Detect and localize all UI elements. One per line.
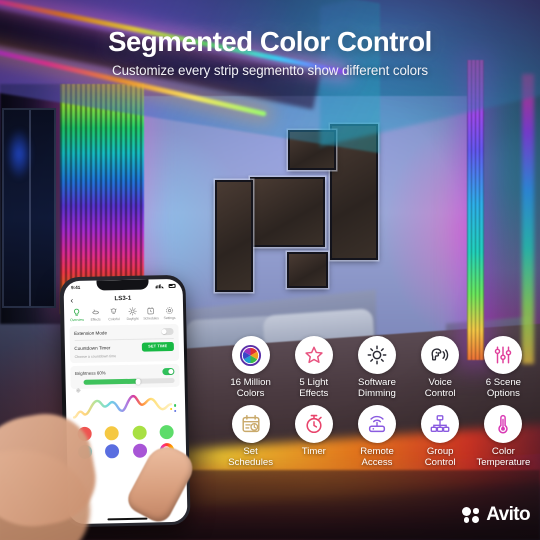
avito-logo-icon bbox=[462, 507, 482, 523]
home-indicator bbox=[107, 517, 148, 520]
avito-logo-text: Avito bbox=[486, 504, 530, 525]
feature-label: 5 Light Effects bbox=[299, 377, 329, 400]
signal-icon bbox=[155, 283, 161, 289]
color-palette bbox=[73, 425, 179, 459]
effects-icon bbox=[91, 308, 100, 317]
brightness-sun-icon bbox=[357, 336, 396, 374]
sliders-icon bbox=[484, 336, 523, 374]
feature-label: Voice Control bbox=[424, 377, 456, 400]
tab-effects[interactable]: Effects bbox=[86, 307, 105, 322]
color-swatch-red[interactable] bbox=[77, 426, 92, 442]
color-swatch-lime[interactable] bbox=[132, 425, 147, 441]
feature-label: 16 Million Colors bbox=[230, 377, 271, 400]
brightness-power-toggle[interactable] bbox=[161, 368, 174, 375]
feature-label: Color Temperature bbox=[476, 445, 531, 469]
extension-mode-row[interactable]: Extension Mode bbox=[74, 328, 174, 337]
waveform-color-dots bbox=[169, 404, 179, 414]
tab-colorful[interactable]: Colorful bbox=[105, 307, 124, 322]
feature-label: Set Schedules bbox=[228, 445, 273, 469]
daylight-sun-icon bbox=[128, 307, 137, 316]
brightness-label: Brightness 60% bbox=[74, 370, 106, 376]
color-swatch-green[interactable] bbox=[159, 425, 174, 440]
tab-label: Schedules bbox=[143, 316, 159, 321]
color-swatch-purple[interactable] bbox=[132, 443, 147, 458]
feature-set-schedules[interactable]: Set Schedules bbox=[219, 404, 282, 469]
calendar-clock-icon bbox=[231, 404, 270, 443]
bulb-icon bbox=[72, 308, 81, 317]
rgb-wall-strip-far-right bbox=[522, 74, 534, 364]
tab-label: Settings bbox=[163, 316, 176, 321]
feature-software-dimming[interactable]: Software Dimming bbox=[345, 336, 408, 400]
status-time: 9:41 bbox=[71, 285, 81, 291]
group-network-icon bbox=[421, 404, 460, 443]
picture-frame bbox=[250, 177, 325, 247]
window-glow bbox=[6, 128, 32, 180]
header: Segmented Color Control Customize every … bbox=[0, 26, 540, 78]
feature-16-million-colors[interactable]: 16 Million Colors bbox=[219, 336, 282, 400]
tab-overview[interactable]: Overview bbox=[68, 308, 87, 323]
countdown-hint: Choose a countdown time bbox=[74, 353, 117, 359]
tab-label: Overview bbox=[70, 318, 84, 323]
tab-settings[interactable]: Settings bbox=[160, 306, 179, 321]
wifi-icon bbox=[161, 284, 167, 288]
countdown-timer-row[interactable]: Countdown Timer SET TIME bbox=[74, 342, 174, 352]
extension-mode-label: Extension Mode bbox=[74, 330, 108, 337]
device-name-title: LS3-1 bbox=[114, 295, 132, 303]
countdown-timer-label: Countdown Timer bbox=[74, 345, 111, 352]
feature-label: 6 Scene Options bbox=[485, 377, 521, 400]
stopwatch-icon bbox=[294, 404, 333, 443]
color-wheel-icon bbox=[231, 336, 270, 374]
tab-label: Effects bbox=[90, 317, 101, 322]
thermometer-icon bbox=[484, 404, 523, 443]
tab-schedules[interactable]: Schedules bbox=[142, 306, 161, 321]
wifi-router-icon bbox=[357, 404, 396, 443]
set-time-button[interactable]: SET TIME bbox=[142, 342, 174, 352]
app-tab-bar: Overview Effects Colorful Daylight Sched… bbox=[63, 303, 182, 323]
voice-face-icon bbox=[421, 336, 460, 374]
extension-mode-toggle[interactable] bbox=[160, 328, 174, 336]
feature-grid: 16 Million Colors 5 Light Effects Softwa… bbox=[219, 336, 535, 469]
color-waveform-chart[interactable] bbox=[70, 391, 180, 423]
color-swatch-blue[interactable] bbox=[105, 443, 120, 459]
picture-frame bbox=[287, 252, 328, 288]
tab-label: Daylight bbox=[126, 316, 139, 322]
feature-label: Timer bbox=[301, 445, 326, 457]
settings-gear-icon bbox=[165, 306, 174, 315]
feature-5-light-effects[interactable]: 5 Light Effects bbox=[282, 336, 345, 400]
app-navbar: ‹ LS3-1 bbox=[63, 290, 182, 305]
promo-banner: Segmented Color Control Customize every … bbox=[0, 0, 540, 540]
brightness-card: Brightness 60% bbox=[69, 364, 180, 393]
color-swatch-cyan[interactable] bbox=[78, 444, 93, 459]
tab-label: Colorful bbox=[108, 317, 120, 322]
brightness-slider[interactable] bbox=[83, 378, 175, 386]
schedules-timer-icon bbox=[146, 306, 155, 315]
colorful-icon bbox=[109, 307, 118, 316]
color-swatch-yellow[interactable] bbox=[104, 426, 120, 441]
smartphone-mockup: 9:41 ‹ LS3-1 Overview Effects Colorful D… bbox=[59, 274, 191, 528]
feature-timer[interactable]: Timer bbox=[282, 404, 345, 469]
feature-label: Remote Access bbox=[360, 445, 394, 469]
star-icon bbox=[294, 336, 333, 374]
tab-daylight[interactable]: Daylight bbox=[123, 307, 142, 322]
feature-color-temperature[interactable]: Color Temperature bbox=[472, 404, 535, 469]
feature-6-scene-options[interactable]: 6 Scene Options bbox=[472, 336, 535, 400]
page-title: Segmented Color Control bbox=[108, 26, 432, 57]
battery-icon bbox=[168, 283, 176, 288]
color-wheel-picker[interactable] bbox=[159, 442, 175, 458]
picture-frame bbox=[215, 180, 253, 292]
settings-card: Extension Mode Countdown Timer SET TIME … bbox=[68, 324, 179, 363]
page-subtitle: Customize every strip segmentto show dif… bbox=[112, 63, 428, 78]
feature-voice-control[interactable]: Voice Control bbox=[409, 336, 472, 400]
feature-label: Software Dimming bbox=[358, 377, 396, 400]
phone-screen: 9:41 ‹ LS3-1 Overview Effects Colorful D… bbox=[62, 278, 188, 524]
feature-label: Group Control bbox=[424, 445, 456, 469]
avito-watermark: Avito bbox=[462, 504, 531, 526]
feature-group-control[interactable]: Group Control bbox=[409, 404, 472, 469]
feature-remote-access[interactable]: Remote Access bbox=[345, 404, 408, 469]
phone-notch bbox=[96, 278, 149, 291]
divider bbox=[74, 338, 174, 341]
brightness-gear-icon[interactable] bbox=[75, 380, 80, 393]
